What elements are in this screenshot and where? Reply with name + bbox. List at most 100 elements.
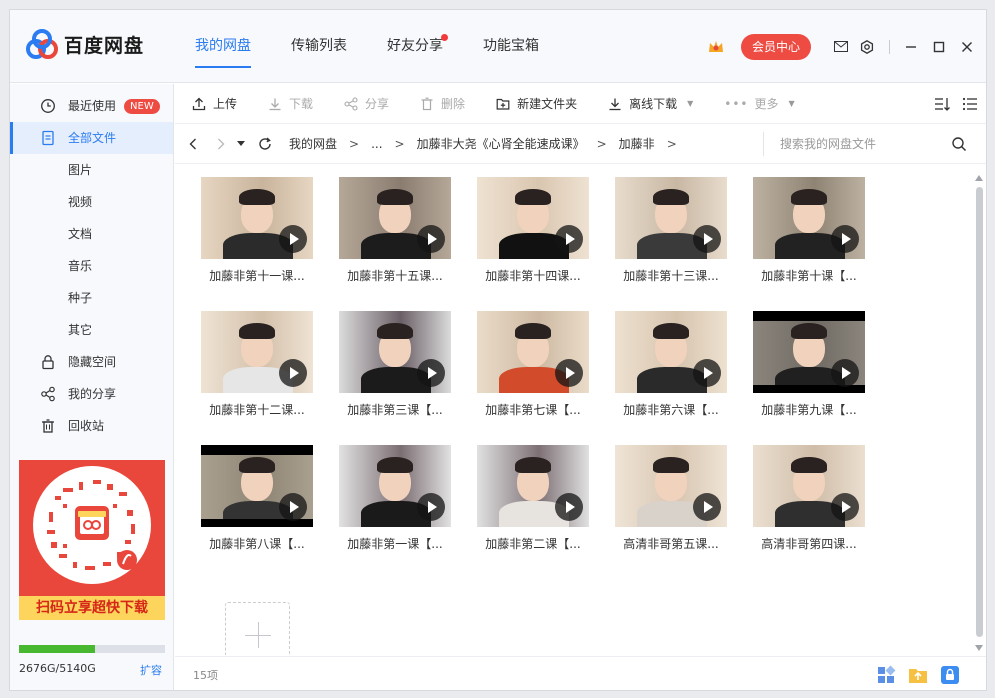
more-button[interactable]: ••• 更多 ▼ — [724, 95, 794, 112]
back-button[interactable] — [183, 134, 203, 154]
video-file-tile[interactable]: 加藤非第二课【... — [477, 445, 589, 565]
sidebar-item-images[interactable]: 图片 — [10, 154, 173, 186]
sidebar-item-other[interactable]: 其它 — [10, 314, 173, 346]
history-dropdown[interactable] — [235, 134, 247, 154]
minimize-button[interactable] — [898, 37, 924, 57]
breadcrumb-item[interactable]: 加藤非 — [619, 135, 655, 152]
video-thumbnail — [477, 177, 589, 259]
play-icon[interactable] — [417, 493, 445, 521]
scrollbar[interactable] — [973, 173, 985, 653]
path-bar: 我的网盘 > ... > 加藤非大尧《心肾全能速成课》 > 加藤非 > — [175, 124, 986, 164]
sidebar: 最近使用 NEW 全部文件 图片 视频 文档 音乐 种子 其它 隐藏空间 我的分享… — [10, 84, 174, 690]
play-icon[interactable] — [555, 359, 583, 387]
tab-transfer-list[interactable]: 传输列表 — [291, 10, 347, 83]
play-icon[interactable] — [555, 493, 583, 521]
video-file-tile[interactable]: 加藤非第一课【... — [339, 445, 451, 565]
new-folder-button[interactable]: 新建文件夹 — [496, 95, 577, 112]
offline-download-button[interactable]: 离线下载 ▼ — [608, 95, 693, 112]
video-file-tile[interactable]: 加藤非第七课【... — [477, 311, 589, 431]
play-icon[interactable] — [831, 359, 859, 387]
video-file-tile[interactable]: 加藤非第十五课... — [339, 177, 451, 297]
play-icon[interactable] — [279, 225, 307, 253]
video-file-tile[interactable]: 加藤非第十一课... — [201, 177, 313, 297]
apps-grid-icon[interactable] — [876, 665, 896, 685]
settings-icon[interactable] — [859, 39, 875, 55]
storage-usage-text: 2676G/5140G — [19, 662, 96, 675]
play-icon[interactable] — [693, 225, 721, 253]
file-name: 加藤非第二课【... — [485, 537, 581, 551]
play-icon[interactable] — [417, 225, 445, 253]
tab-my-drive[interactable]: 我的网盘 — [195, 10, 251, 83]
notification-dot — [441, 34, 448, 41]
breadcrumb-separator: > — [596, 136, 607, 151]
video-file-tile[interactable]: 加藤非第八课【... — [201, 445, 313, 565]
sidebar-item-documents[interactable]: 文档 — [10, 218, 173, 250]
sidebar-item-recycle-bin[interactable]: 回收站 — [10, 410, 173, 442]
video-thumbnail — [339, 311, 451, 393]
sidebar-item-videos[interactable]: 视频 — [10, 186, 173, 218]
list-view-icon[interactable] — [962, 96, 978, 112]
video-file-tile[interactable]: 加藤非第十四课... — [477, 177, 589, 297]
play-icon[interactable] — [555, 225, 583, 253]
sidebar-item-torrents[interactable]: 种子 — [10, 282, 173, 314]
play-icon[interactable] — [831, 225, 859, 253]
close-button[interactable] — [954, 37, 980, 57]
video-file-tile[interactable]: 加藤非第十课【... — [753, 177, 865, 297]
crown-icon[interactable] — [707, 38, 725, 56]
breadcrumb-item[interactable]: 我的网盘 — [289, 135, 337, 152]
scrollbar-thumb[interactable] — [976, 187, 983, 637]
status-bar: 15项 — [175, 656, 986, 690]
video-file-tile[interactable]: 加藤非第十三课... — [615, 177, 727, 297]
search-input[interactable] — [780, 134, 940, 154]
scroll-up-arrow[interactable] — [975, 175, 983, 181]
video-file-tile[interactable]: 加藤非第三课【... — [339, 311, 451, 431]
download-button[interactable]: 下载 — [268, 95, 313, 112]
add-file-tile[interactable] — [225, 602, 290, 655]
video-file-tile[interactable]: 高清非哥第五课... — [615, 445, 727, 565]
play-icon[interactable] — [831, 493, 859, 521]
share-button[interactable]: 分享 — [344, 95, 389, 112]
play-icon[interactable] — [279, 493, 307, 521]
forward-button[interactable] — [211, 134, 231, 154]
sidebar-item-hidden-space[interactable]: 隐藏空间 — [10, 346, 173, 378]
video-file-tile[interactable]: 高清非哥第四课... — [753, 445, 865, 565]
sort-icon[interactable] — [934, 96, 950, 112]
expand-storage-link[interactable]: 扩容 — [140, 662, 162, 678]
video-thumbnail — [339, 445, 451, 527]
trash-icon — [42, 419, 54, 433]
play-icon[interactable] — [693, 493, 721, 521]
tab-toolbox[interactable]: 功能宝箱 — [483, 10, 539, 83]
play-icon[interactable] — [693, 359, 721, 387]
search-icon[interactable] — [951, 136, 967, 152]
sidebar-item-my-shares[interactable]: 我的分享 — [10, 378, 173, 410]
scroll-down-arrow[interactable] — [975, 645, 983, 651]
maximize-button[interactable] — [926, 37, 952, 57]
chevron-down-icon[interactable]: ▼ — [687, 99, 693, 108]
sidebar-item-recent[interactable]: 最近使用 NEW — [10, 90, 173, 122]
chevron-down-icon[interactable]: ▼ — [789, 99, 795, 108]
video-file-tile[interactable]: 加藤非第六课【... — [615, 311, 727, 431]
baidu-cloud-logo-icon — [26, 29, 58, 59]
upload-transfer-icon[interactable] — [908, 665, 928, 685]
video-file-tile[interactable]: 加藤非第十二课... — [201, 311, 313, 431]
play-icon[interactable] — [279, 359, 307, 387]
button-label: 更多 — [754, 97, 779, 111]
tab-label: 好友分享 — [387, 38, 443, 54]
sidebar-item-all-files[interactable]: 全部文件 — [10, 122, 173, 154]
video-file-tile[interactable]: 加藤非第九课【... — [753, 311, 865, 431]
vip-center-button[interactable]: 会员中心 — [740, 33, 811, 60]
upload-button[interactable]: 上传 — [192, 95, 237, 112]
file-name: 高清非哥第四课... — [761, 537, 857, 551]
delete-button[interactable]: 删除 — [420, 95, 465, 112]
mail-icon[interactable] — [833, 39, 849, 55]
breadcrumb-item[interactable]: 加藤非大尧《心肾全能速成课》 — [417, 135, 585, 152]
safe-box-icon[interactable] — [940, 665, 960, 685]
tab-friend-share[interactable]: 好友分享 — [387, 10, 448, 83]
sidebar-item-label: 文档 — [68, 227, 93, 241]
refresh-button[interactable] — [255, 134, 275, 154]
qr-promo-banner[interactable]: 扫码立享超快下载 — [19, 460, 165, 620]
play-icon[interactable] — [417, 359, 445, 387]
breadcrumb-item[interactable]: ... — [371, 137, 382, 151]
sidebar-item-label: 全部文件 — [68, 131, 117, 145]
sidebar-item-music[interactable]: 音乐 — [10, 250, 173, 282]
